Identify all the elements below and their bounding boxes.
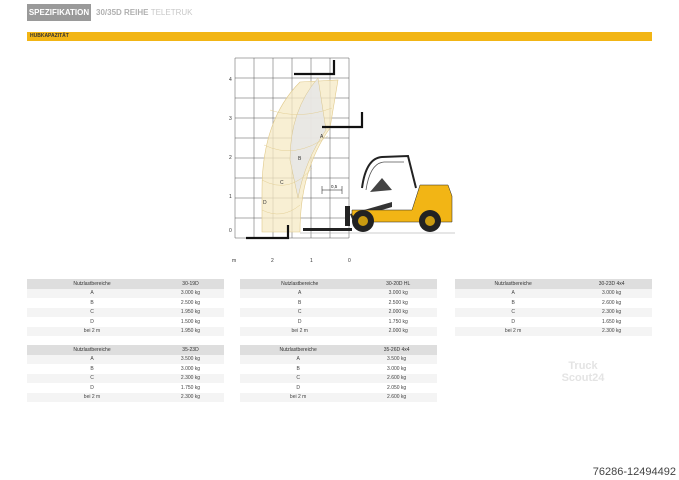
table-row: B 3.000 kg [27,364,224,374]
table-row: A 3.000 kg [27,288,224,298]
table-row: D 1.650 kg [455,317,652,327]
table-header: 30-20D HL [359,279,437,289]
table-row: C 2.300 kg [455,307,652,317]
y-tick-1: 1 [229,194,232,200]
x-tick-2: 2 [271,258,274,264]
table-row: A 3.000 kg [240,288,437,298]
table-row: bei 2 m 2.600 kg [240,392,437,402]
dimension-label: 0,5 [331,184,338,189]
table-row: D 2.050 kg [240,383,437,393]
table-header: 35-26D 4x4 [356,345,437,355]
table-header: Nutzlastbereiche [240,279,360,289]
forklift-illustration [300,154,455,234]
table-row: B 2.600 kg [455,298,652,308]
spec-table-35-23d: Nutzlastbereiche 35-23D A 3.500 kg B 3.000 … [27,345,224,402]
table-header: 30-19D [157,279,224,289]
x-unit-m: m [232,258,236,264]
load-capacity-diagram: A B C D 4 3 2 1 0 m 2 1 0 0,5 [229,57,455,264]
watermark: Truck Scout24 [548,360,618,384]
table-header: Nutzlastbereiche [27,345,158,355]
table-header: Nutzlastbereiche [27,279,158,289]
table-row: C 1.950 kg [27,307,224,317]
table-row: C 2.300 kg [27,373,224,383]
table-row: A 3.000 kg [455,288,652,298]
watermark-line-1: Truck [568,360,598,372]
y-tick-4: 4 [229,77,232,83]
table-row: B 3.000 kg [240,364,437,374]
table-row: C 2.600 kg [240,373,437,383]
watermark-line-2: Scout24 [561,372,605,384]
spec-table-30-23d-4x4: Nutzlastbereiche 30-23D 4x4 A 3.000 kg B 2.… [455,279,652,336]
zone-label-c: C [280,180,284,186]
table-row: bei 2 m 2.300 kg [455,326,652,336]
table-row: D 1.500 kg [27,317,224,327]
spec-table-35-26d-4x4: Nutzlastbereiche 35-26D 4x4 A 3.500 kg B 3.… [240,345,437,402]
spec-table-30-19d: Nutzlastbereiche 30-19D A 3.000 kg B 2.500 … [27,279,224,336]
table-header: 30-23D 4x4 [571,279,652,289]
zone-label-d: D [263,200,267,206]
table-row: A 3.500 kg [27,354,224,364]
table-row: B 2.500 kg [27,298,224,308]
spec-table-30-20d-hl: Nutzlastbereiche 30-20D HL A 3.000 kg B 2.5… [240,279,437,336]
table-row: bei 2 m 2.300 kg [27,392,224,402]
table-row: A 3.500 kg [240,354,437,364]
y-tick-3: 3 [229,116,232,122]
table-row: bei 2 m 1.950 kg [27,326,224,336]
table-row: D 1.750 kg [240,317,437,327]
table-header: Nutzlastbereiche [455,279,572,289]
table-header: 35-23D [157,345,224,355]
listing-id: 76286-12494492 [589,464,679,480]
x-tick-0: 0 [348,258,351,264]
table-row: B 2.500 kg [240,298,437,308]
table-row: C 2.000 kg [240,307,437,317]
table-row: D 1.750 kg [27,383,224,393]
table-header: Nutzlastbereiche [240,345,357,355]
x-tick-1: 1 [310,258,313,264]
y-tick-2: 2 [229,155,232,161]
y-tick-0: 0 [229,228,232,234]
table-row: bei 2 m 2.000 kg [240,326,437,336]
